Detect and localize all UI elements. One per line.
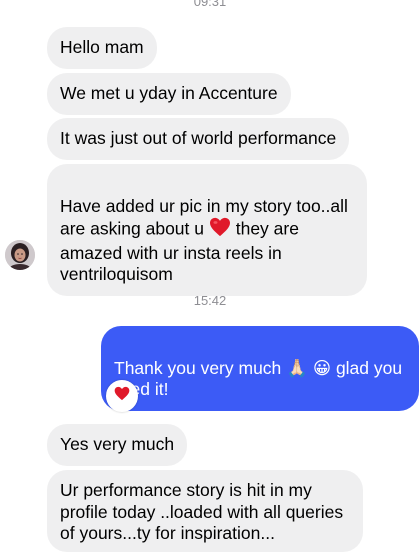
- reaction-badge[interactable]: [106, 380, 138, 412]
- message-text: Have added ur pic in my story too..all a…: [60, 195, 348, 239]
- timestamp: 15:42: [193, 293, 227, 308]
- message-bubble-incoming[interactable]: Have added ur pic in my story too..all a…: [47, 164, 367, 296]
- message-bubble-incoming[interactable]: Hello mam: [47, 27, 157, 69]
- avatar[interactable]: [5, 240, 35, 270]
- grinning-face-icon: 😀: [312, 357, 332, 378]
- message-text: Thank you very much: [114, 357, 287, 378]
- timestamp: 09:31: [193, 0, 227, 9]
- message-bubble-incoming[interactable]: Ur performance story is hit in my profil…: [47, 470, 363, 552]
- message-bubble-outgoing[interactable]: Thank you very much 🙏🏻 😀 glad you liked …: [101, 326, 419, 411]
- message-bubble-incoming[interactable]: Yes very much: [47, 424, 188, 466]
- folded-hands-icon: 🙏🏻: [286, 357, 308, 378]
- red-heart-icon: [114, 386, 130, 406]
- message-bubble-incoming[interactable]: We met u yday in Accenture: [47, 73, 291, 115]
- red-heart-icon: [209, 217, 231, 243]
- message-bubble-incoming[interactable]: It was just out of world performance: [47, 118, 350, 160]
